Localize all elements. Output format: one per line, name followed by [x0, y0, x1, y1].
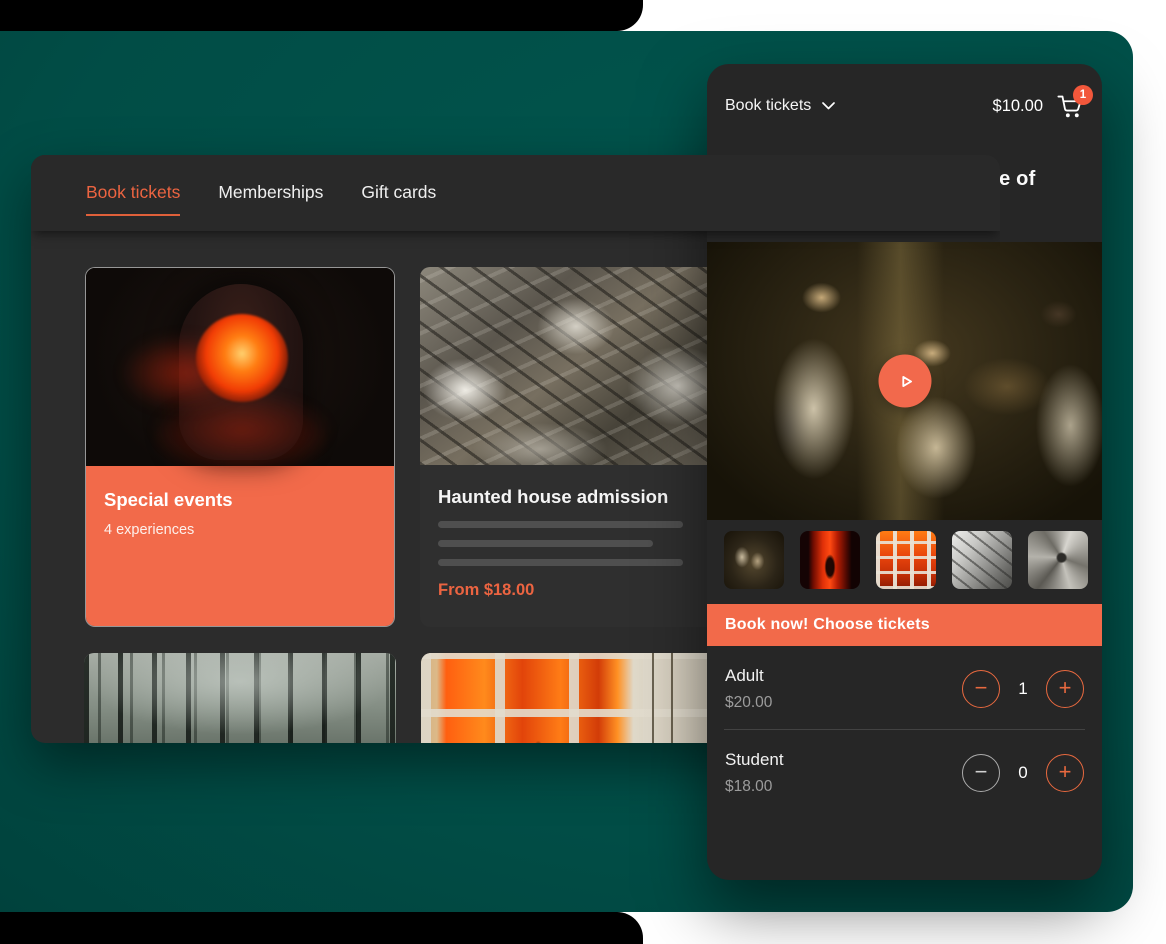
- thumbnail-red-doorway[interactable]: [800, 531, 860, 589]
- card-price: From $18.00: [438, 581, 702, 600]
- tab-gift-cards[interactable]: Gift cards: [361, 182, 436, 216]
- play-button[interactable]: [878, 355, 931, 408]
- mobile-header: Book tickets $10.00 1: [707, 64, 1102, 119]
- thumbnail-zombie-group[interactable]: [724, 531, 784, 589]
- ticket-info: Student $18.00: [725, 750, 784, 796]
- ticket-name: Adult: [725, 666, 772, 686]
- adult-quantity-stepper: − 1 +: [962, 670, 1084, 708]
- ticket-row-adult: Adult $20.00 − 1 +: [724, 646, 1085, 729]
- plus-icon: +: [1059, 677, 1072, 699]
- ticket-row-student: Student $18.00 − 0 +: [724, 730, 1085, 813]
- card-title: Special events: [104, 489, 376, 511]
- adult-plus-button[interactable]: +: [1046, 670, 1084, 708]
- bottom-black-section: [0, 912, 643, 944]
- student-quantity-stepper: − 0 +: [962, 754, 1084, 792]
- skeleton-text-line: [438, 521, 683, 528]
- card-haunted-house[interactable]: Haunted house admission From $18.00: [420, 267, 720, 627]
- card-subtitle: 4 experiences: [104, 522, 376, 538]
- special-events-footer: Special events 4 experiences: [86, 466, 394, 627]
- tab-book-tickets[interactable]: Book tickets: [86, 182, 180, 216]
- haunted-house-image: [420, 267, 720, 465]
- pumpkin-body-glow: [152, 390, 332, 470]
- pumpkin-face-glow: [196, 314, 288, 402]
- ticket-list: Adult $20.00 − 1 + Student $18.00: [707, 646, 1102, 813]
- haunted-house-footer: Haunted house admission From $18.00: [420, 465, 720, 600]
- ticket-type-selector[interactable]: Book tickets: [725, 97, 835, 115]
- special-events-image: [86, 268, 394, 466]
- student-plus-button[interactable]: +: [1046, 754, 1084, 792]
- thumbnail-stairwell-overhead[interactable]: [952, 531, 1012, 589]
- orange-windows-image: [421, 653, 738, 743]
- skeleton-text-line: [438, 559, 683, 566]
- play-icon: [895, 370, 917, 392]
- cart-icon-wrap: 1: [1056, 93, 1084, 119]
- thumbnail-spiral-staircase[interactable]: [1028, 531, 1088, 589]
- adult-minus-button[interactable]: −: [962, 670, 1000, 708]
- cart-count-badge: 1: [1073, 85, 1093, 105]
- thumbnail-red-windows[interactable]: [876, 531, 936, 589]
- card-special-events[interactable]: Special events 4 experiences: [85, 267, 395, 627]
- forest-image: [84, 653, 396, 743]
- top-black-section: [0, 0, 643, 31]
- adult-quantity-value: 1: [1014, 679, 1032, 699]
- book-now-banner: Book now! Choose tickets: [707, 604, 1102, 646]
- page-canvas: Book tickets Memberships Gift cards Spec…: [0, 0, 1166, 944]
- ticket-price: $18.00: [725, 778, 784, 796]
- card-windows-experience[interactable]: [421, 653, 738, 743]
- ticket-name: Student: [725, 750, 784, 770]
- card-title: Haunted house admission: [438, 486, 702, 508]
- minus-icon: −: [975, 761, 988, 783]
- minus-icon: −: [975, 677, 988, 699]
- tab-memberships[interactable]: Memberships: [218, 182, 323, 216]
- cart-button[interactable]: $10.00 1: [993, 93, 1084, 119]
- ticket-price: $20.00: [725, 694, 772, 712]
- student-quantity-value: 0: [1014, 763, 1032, 783]
- card-forest-experience[interactable]: [84, 653, 396, 743]
- event-video[interactable]: [707, 242, 1102, 520]
- thumbnail-strip: [707, 520, 1102, 589]
- selector-label: Book tickets: [725, 97, 811, 115]
- plus-icon: +: [1059, 761, 1072, 783]
- tabs-bar: Book tickets Memberships Gift cards: [31, 155, 1000, 231]
- chevron-down-icon: [822, 102, 835, 110]
- cart-total: $10.00: [993, 97, 1043, 116]
- ticket-info: Adult $20.00: [725, 666, 772, 712]
- student-minus-button[interactable]: −: [962, 754, 1000, 792]
- skeleton-text-line: [438, 540, 653, 547]
